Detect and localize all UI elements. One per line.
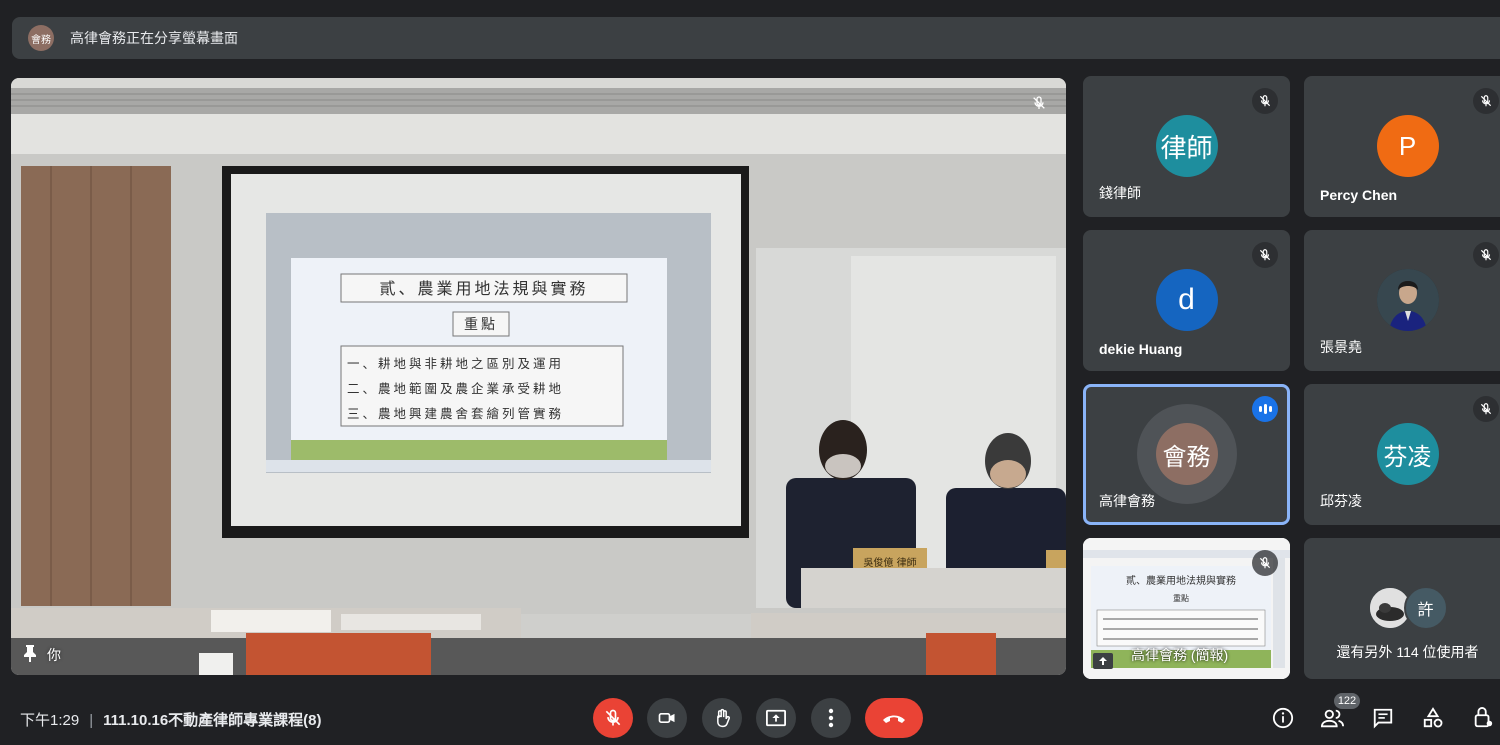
participant-tile[interactable]: P Percy Chen: [1304, 76, 1500, 217]
slide-point-3: 三、農地興建農舍套繪列管實務: [347, 406, 564, 421]
others-overflow-tile[interactable]: 許 還有另外 114 位使用者: [1304, 538, 1500, 679]
meeting-title: 111.10.16不動產律師專業課程(8): [103, 712, 322, 729]
stage-self-label: 你: [23, 644, 61, 665]
people-icon: [1321, 709, 1345, 728]
video-camera-icon: [658, 713, 675, 723]
participant-avatar: 律師: [1155, 115, 1218, 177]
slide-title: 貳、農業用地法規與實務: [379, 279, 588, 298]
info-icon: [1272, 707, 1294, 729]
participant-tile[interactable]: 張景堯: [1304, 230, 1500, 371]
participant-name: 張景堯: [1320, 339, 1362, 355]
muted-mic-icon: [1252, 88, 1278, 114]
more-vert-icon: [828, 708, 834, 728]
present-screen-button[interactable]: [756, 698, 796, 738]
speaker-nameplate: 吳俊億 律師: [863, 556, 916, 569]
presenter-avatar: 會務: [28, 25, 54, 51]
pin-icon[interactable]: [23, 644, 37, 665]
muted-mic-icon: [1252, 242, 1278, 268]
participant-tile-active-speaker[interactable]: 會務 高律會務: [1083, 384, 1290, 525]
presenter-banner-text: 高律會務正在分享螢幕畫面: [70, 30, 238, 46]
stage-muted-mic-icon: [1026, 90, 1052, 116]
presentation-banner: 會務 高律會務正在分享螢幕畫面: [12, 17, 1500, 59]
camera-toggle-button[interactable]: [647, 698, 687, 738]
current-time: 下午1:29: [20, 712, 80, 729]
lock-person-icon: [1474, 707, 1493, 728]
muted-mic-icon: [1473, 88, 1499, 114]
others-count-label: 還有另外 114 位使用者: [1336, 643, 1479, 660]
muted-mic-icon: [1252, 550, 1278, 576]
microphone-toggle-button[interactable]: [593, 698, 633, 738]
slide-point-2: 二、農地範圍及農企業承受耕地: [347, 381, 564, 396]
thumbnail-slide-subtitle: 重點: [1173, 593, 1189, 603]
footer-separator: |: [89, 712, 94, 729]
raise-hand-button[interactable]: [702, 698, 742, 738]
self-name: 你: [47, 646, 61, 663]
chat-icon: [1373, 708, 1393, 729]
thumbnail-slide-title: 貳、農業用地法規與實務: [1126, 574, 1236, 587]
participant-name: Percy Chen: [1320, 187, 1398, 203]
present-icon: [1093, 653, 1113, 669]
hang-up-icon: [883, 715, 905, 723]
mic-off-icon: [605, 709, 621, 726]
others-avatar: 許: [1403, 585, 1448, 630]
participant-tile[interactable]: d dekie Huang: [1083, 230, 1290, 371]
classroom-video-frame: 貳、農業用地法規與實務 重點 一、耕地與非耕地之區別及運用 二、農地範圍及農企業…: [11, 78, 1066, 675]
speaking-indicator-icon: [1252, 396, 1278, 422]
others-avatar-stack: 許: [1367, 585, 1448, 630]
present-screen-icon: [766, 709, 786, 727]
activities-button[interactable]: [1420, 705, 1446, 731]
shapes-icon: [1423, 707, 1443, 728]
participant-avatar: 芬凌: [1376, 423, 1439, 485]
leave-call-button[interactable]: [865, 698, 923, 738]
host-controls-button[interactable]: [1470, 705, 1496, 731]
participant-name: dekie Huang: [1099, 341, 1183, 357]
participant-photo-avatar: [1376, 269, 1439, 331]
chat-button[interactable]: [1370, 705, 1396, 731]
participant-avatar: 會務: [1155, 423, 1218, 485]
main-video-stage[interactable]: 貳、農業用地法規與實務 重點 一、耕地與非耕地之區別及運用 二、農地範圍及農企業…: [11, 78, 1066, 675]
participant-name: 高律會務: [1099, 493, 1155, 509]
slide-point-1: 一、耕地與非耕地之區別及運用: [347, 356, 564, 371]
bottom-control-bar: 下午1:29 | 111.10.16不動產律師專業課程(8): [0, 695, 1500, 745]
muted-mic-icon: [1473, 242, 1499, 268]
presentation-owner-name: 高律會務 (簡報): [1131, 647, 1229, 663]
slide-subtitle: 重點: [464, 317, 498, 333]
participant-avatar: P: [1376, 115, 1439, 177]
participant-tile[interactable]: 芬凌 邱芬凌: [1304, 384, 1500, 525]
participant-count-badge: 122: [1334, 693, 1360, 709]
participant-tile[interactable]: 律師 錢律師: [1083, 76, 1290, 217]
presentation-thumbnail-tile[interactable]: 貳、農業用地法規與實務 重點 高律會務 (簡報): [1083, 538, 1290, 679]
more-options-button[interactable]: [811, 698, 851, 738]
hand-icon: [717, 708, 730, 728]
meeting-details: 下午1:29 | 111.10.16不動產律師專業課程(8): [20, 709, 322, 730]
participant-avatar: d: [1155, 269, 1218, 331]
meeting-info-button[interactable]: [1270, 705, 1296, 731]
participant-name: 錢律師: [1099, 185, 1141, 201]
muted-mic-icon: [1473, 396, 1499, 422]
participant-name: 邱芬凌: [1320, 493, 1362, 509]
